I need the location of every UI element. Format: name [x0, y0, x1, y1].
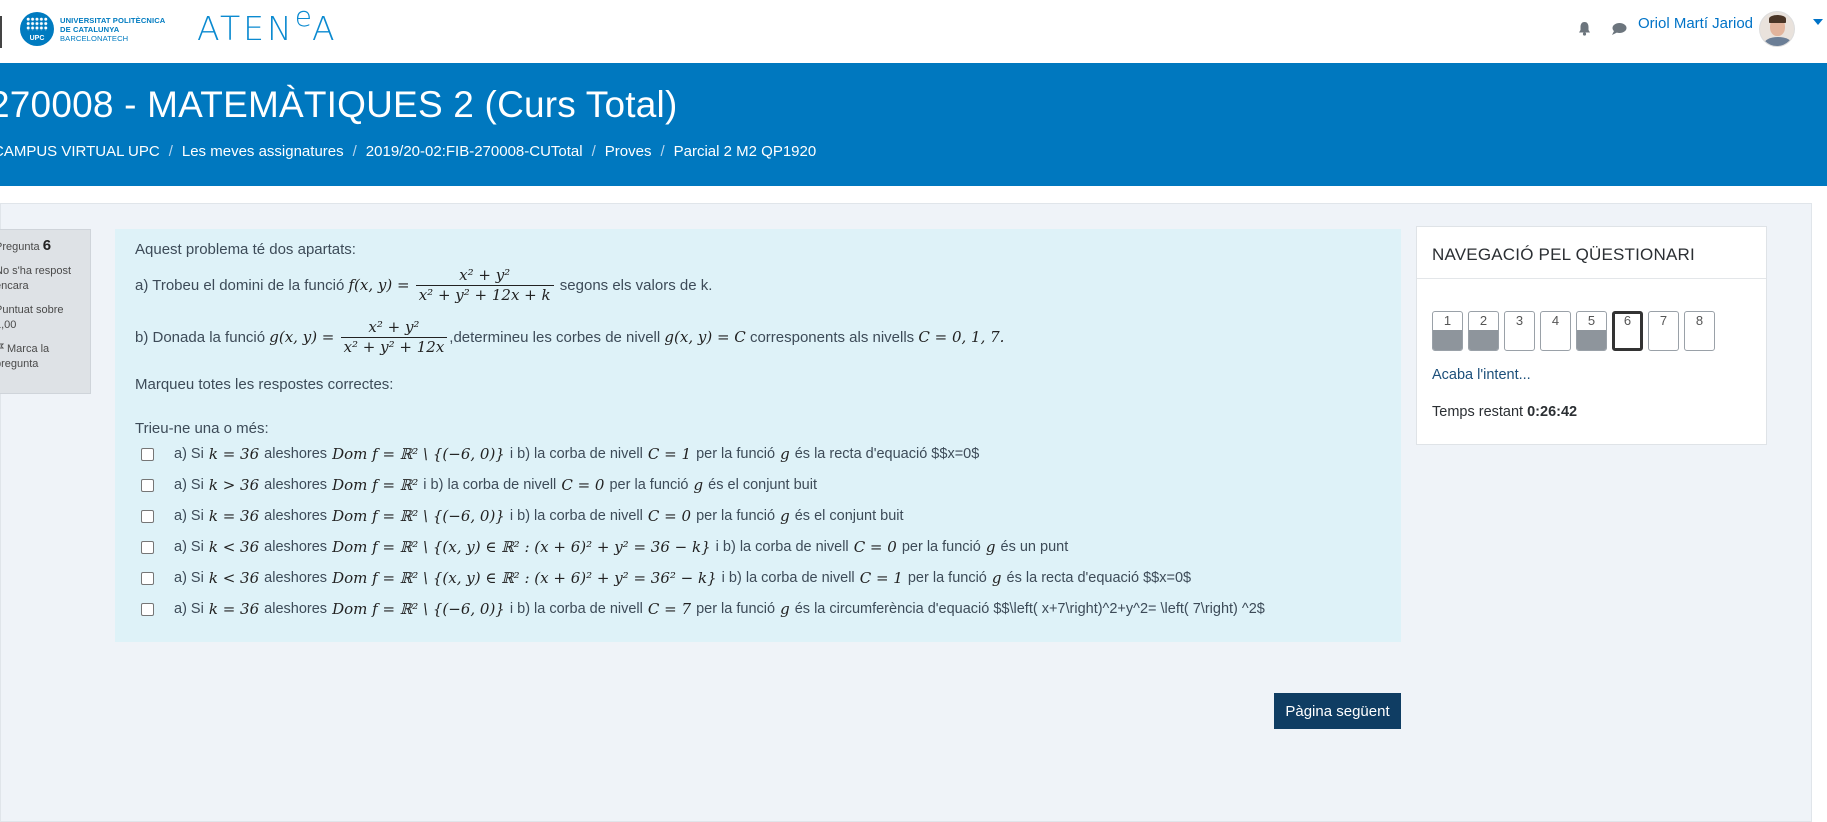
- answer-checkbox[interactable]: [141, 540, 154, 554]
- flag-question-link[interactable]: Marca la pregunta: [0, 342, 86, 372]
- answer-prompt: Trieu-ne una o més:: [135, 420, 269, 437]
- question-part-b: b) Donada la funció g(x, y) = x² + y² x² …: [135, 317, 1005, 357]
- finish-attempt-link[interactable]: Acaba l'intent...: [1432, 367, 1531, 383]
- quiz-navigation-title: NAVEGACIÓ PEL QÜESTIONARI: [1432, 245, 1695, 264]
- question-label: Pregunta: [0, 241, 40, 253]
- quiz-nav-button-label: 7: [1659, 313, 1668, 328]
- quiz-nav-button-label: 8: [1695, 313, 1704, 328]
- quiz-nav-button-1[interactable]: 1: [1432, 311, 1463, 351]
- bell-icon[interactable]: [1578, 21, 1591, 36]
- timer-value: 0:26:42: [1527, 404, 1578, 420]
- answered-indicator: [1433, 330, 1462, 350]
- breadcrumb-tests[interactable]: Proves: [605, 143, 652, 160]
- question-instruction: Marqueu totes les respostes correctes:: [135, 376, 394, 393]
- quiz-nav-button-label: 6: [1623, 313, 1632, 328]
- upc-logo[interactable]: UPC UNIVERSITAT POLITÈCNICA DE CATALUNYA…: [20, 12, 165, 46]
- question-score: Puntuat sobre1,00: [0, 304, 64, 331]
- upc-seal-icon: UPC: [20, 12, 54, 46]
- answer-option-4[interactable]: a) Si k < 36 aleshores Dom f = ℝ² \ {(x,…: [141, 538, 1068, 556]
- breadcrumb: CAMPUS VIRTUAL UPC / Les meves assignatu…: [0, 143, 816, 160]
- time-remaining: Temps restant 0:26:42: [1432, 404, 1578, 420]
- breadcrumb-quiz[interactable]: Parcial 2 M2 QP1920: [674, 143, 817, 160]
- math-f: f(x, y) =: [348, 276, 410, 294]
- quiz-nav-button-8[interactable]: 8: [1684, 311, 1715, 351]
- answered-indicator: [1469, 330, 1498, 350]
- question-content: Aquest problema té dos apartats: a) Trob…: [115, 229, 1401, 642]
- question-intro: Aquest problema té dos apartats:: [135, 241, 356, 258]
- answer-option-6[interactable]: a) Si k = 36 aleshores Dom f = ℝ² \ {(−6…: [141, 600, 1265, 618]
- breadcrumb-separator: /: [352, 143, 357, 160]
- breadcrumb-separator: /: [591, 143, 596, 160]
- answer-checkbox[interactable]: [141, 478, 154, 492]
- quiz-nav-button-2[interactable]: 2: [1468, 311, 1499, 351]
- upc-logo-text: UNIVERSITAT POLITÈCNICA DE CATALUNYA BAR…: [60, 15, 166, 43]
- quiz-nav-button-label: 1: [1443, 313, 1452, 328]
- question-state: No s'ha respostencara: [0, 265, 72, 292]
- breadcrumb-separator: /: [168, 143, 173, 160]
- answer-option-3[interactable]: a) Si k = 36 aleshores Dom f = ℝ² \ {(−6…: [141, 507, 904, 525]
- answer-checkbox[interactable]: [141, 509, 154, 523]
- caret-down-icon[interactable]: [1813, 19, 1823, 25]
- divider: [1417, 278, 1766, 279]
- breadcrumb-course[interactable]: 2019/20-02:FIB-270008-CUTotal: [366, 143, 583, 160]
- breadcrumb-campus[interactable]: CAMPUS VIRTUAL UPC: [0, 143, 160, 160]
- answered-indicator: [1577, 330, 1606, 350]
- answer-checkbox[interactable]: [141, 571, 154, 585]
- answer-option-5[interactable]: a) Si k < 36 aleshores Dom f = ℝ² \ {(x,…: [141, 569, 1191, 587]
- quiz-nav-button-4[interactable]: 4: [1540, 311, 1571, 351]
- math-g: g(x, y) =: [269, 328, 335, 346]
- quiz-nav-button-label: 3: [1515, 313, 1524, 328]
- breadcrumb-separator: /: [660, 143, 665, 160]
- page-title: 270008 - MATEMÀTIQUES 2 (Curs Total): [0, 84, 678, 125]
- question-info: Pregunta 6 No s'ha respostencara Puntuat…: [0, 229, 91, 394]
- quiz-nav-button-label: 2: [1479, 313, 1488, 328]
- question-number: 6: [42, 237, 52, 254]
- atenea-logo[interactable]: ATENeA: [197, 0, 338, 56]
- quiz-nav-button-3[interactable]: 3: [1504, 311, 1535, 351]
- answer-option-1[interactable]: a) Si k = 36 aleshores Dom f = ℝ² \ {(−6…: [141, 445, 979, 463]
- question-part-a: a) Trobeu el domini de la funció f(x, y)…: [135, 265, 713, 305]
- answer-checkbox[interactable]: [141, 602, 154, 616]
- quiz-nav-button-7[interactable]: 7: [1648, 311, 1679, 351]
- answer-checkbox[interactable]: [141, 447, 154, 461]
- fraction-g: x² + y² x² + y² + 12x: [340, 318, 448, 357]
- top-navbar: UPC UNIVERSITAT POLITÈCNICA DE CATALUNYA…: [0, 0, 1827, 63]
- quiz-navigation-block: NAVEGACIÓ PEL QÜESTIONARI 1 2 3 4 5 6 7 8 Acaba…: [1416, 226, 1767, 445]
- user-name-link[interactable]: Oriol Martí Jariod: [1638, 15, 1753, 32]
- breadcrumb-my-courses[interactable]: Les meves assignatures: [182, 143, 344, 160]
- fraction-f: x² + y² x² + y² + 12x + k: [415, 266, 554, 305]
- nav-drawer-edge[interactable]: [0, 16, 2, 48]
- chat-icon[interactable]: [1611, 22, 1627, 36]
- quiz-nav-button-6[interactable]: 6: [1612, 311, 1643, 351]
- flag-icon: [0, 343, 4, 349]
- quiz-nav-button-label: 5: [1587, 313, 1596, 328]
- next-page-button[interactable]: Pàgina següent: [1274, 693, 1401, 729]
- quiz-nav-button-label: 4: [1551, 313, 1560, 328]
- answer-option-2[interactable]: a) Si k > 36 aleshores Dom f = ℝ² i b) l…: [141, 476, 817, 494]
- quiz-nav-button-5[interactable]: 5: [1576, 311, 1607, 351]
- avatar[interactable]: [1759, 11, 1795, 47]
